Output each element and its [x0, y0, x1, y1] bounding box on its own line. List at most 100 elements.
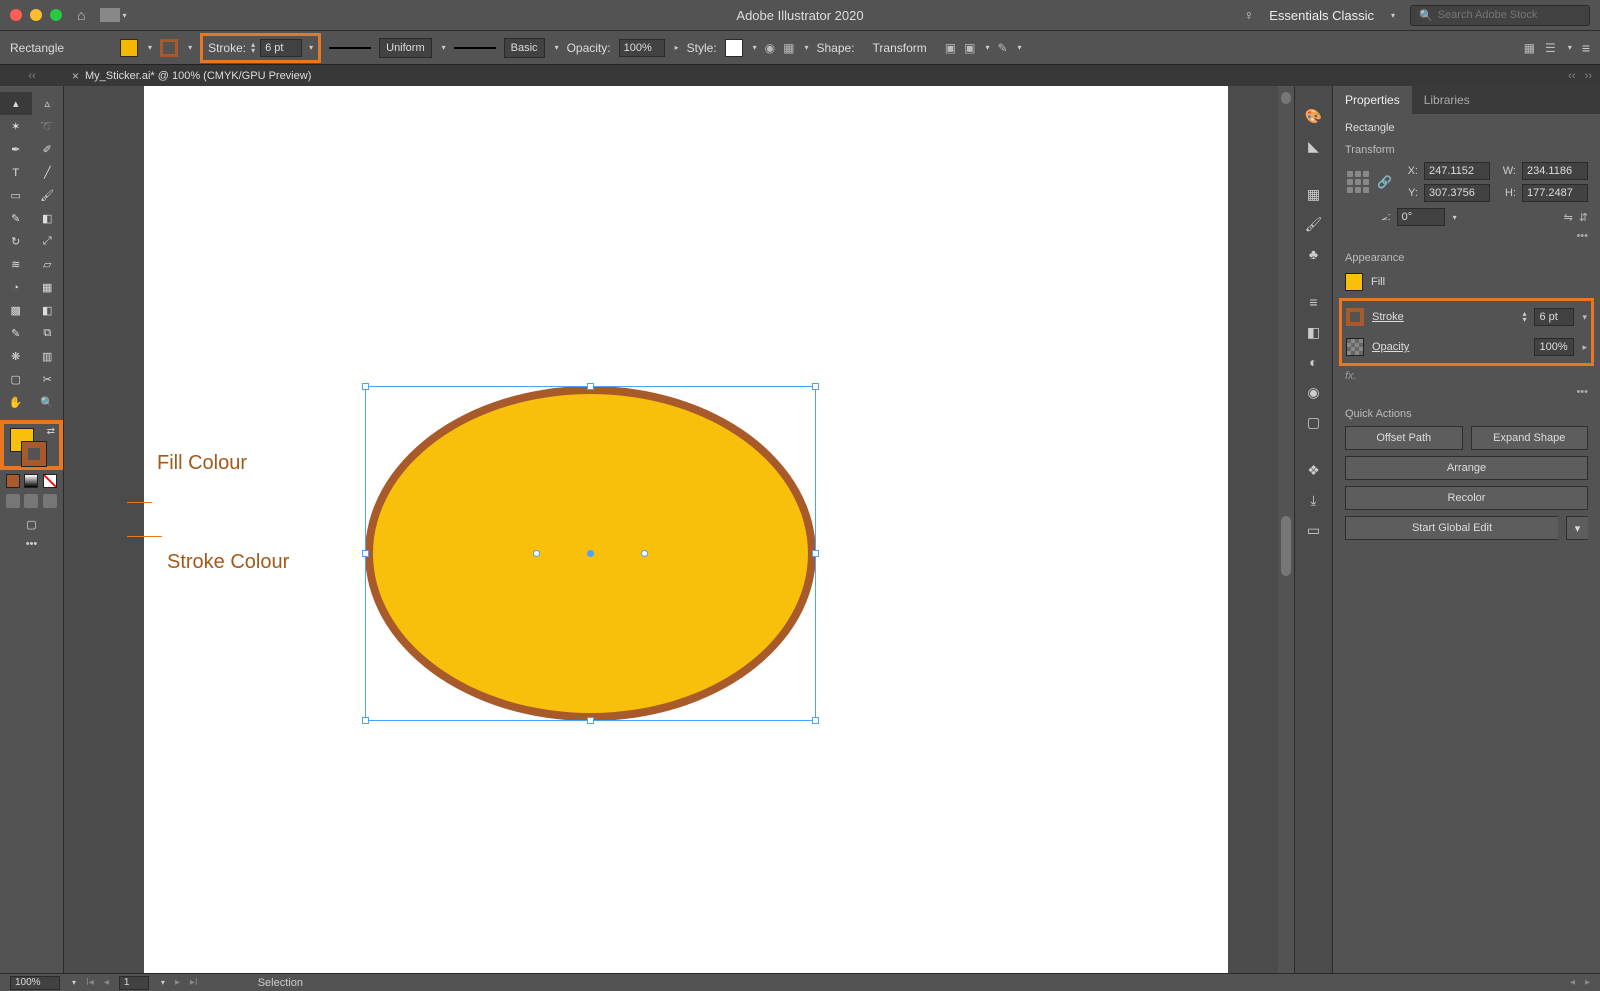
graphic-styles-panel-icon[interactable]: ▢ — [1300, 410, 1328, 434]
shaper-tool[interactable]: ✎ — [0, 207, 32, 230]
blend-tool[interactable]: ⧉ — [32, 322, 64, 345]
tab-properties[interactable]: Properties — [1333, 86, 1412, 114]
first-artboard-icon[interactable]: I◂ — [86, 977, 94, 988]
flip-vertical-icon[interactable]: ⇵ — [1579, 211, 1588, 224]
grid-view-icon[interactable]: ▦ — [1524, 41, 1535, 55]
list-view-icon[interactable]: ☰ — [1545, 41, 1556, 55]
recolor-button[interactable]: Recolor — [1345, 486, 1588, 510]
eraser-tool[interactable]: ◧ — [32, 207, 64, 230]
symbol-sprayer-tool[interactable]: ❋ — [0, 345, 32, 368]
arrange-documents-button[interactable] — [100, 8, 120, 22]
canvas-area[interactable]: Fill Colour Stroke Colour — [64, 86, 1294, 973]
mesh-tool[interactable]: ▩ — [0, 299, 32, 322]
direct-selection-tool[interactable]: ▵ — [32, 92, 64, 115]
gradient-panel-icon[interactable]: ◧ — [1300, 320, 1328, 344]
workspace-switcher[interactable]: Essentials Classic — [1269, 8, 1374, 23]
stroke-swatch[interactable] — [1346, 308, 1364, 326]
bbox-handle[interactable] — [587, 383, 594, 390]
x-input[interactable] — [1424, 162, 1490, 180]
artboard-number-input[interactable] — [119, 976, 149, 990]
chevron-down-icon[interactable]: ▾ — [442, 43, 446, 52]
artboards-panel-icon[interactable]: ▭ — [1300, 518, 1328, 542]
opacity-input[interactable] — [619, 39, 665, 57]
stroke-weight-input[interactable] — [260, 39, 302, 57]
chevron-right-icon[interactable]: ▸ — [1582, 342, 1587, 353]
y-input[interactable] — [1424, 184, 1490, 202]
free-transform-tool[interactable]: ▱ — [32, 253, 64, 276]
swatches-panel-icon[interactable]: ▦ — [1300, 182, 1328, 206]
fill-swatch[interactable] — [120, 39, 138, 57]
graphic-style-swatch[interactable] — [725, 39, 743, 57]
chevron-down-icon[interactable]: ▾ — [122, 11, 126, 20]
opacity-swatch[interactable] — [1346, 338, 1364, 356]
stroke-swatch[interactable] — [160, 39, 178, 57]
home-icon[interactable]: ⌂ — [77, 7, 85, 23]
bbox-handle[interactable] — [812, 383, 819, 390]
width-tool[interactable]: ≋ — [0, 253, 32, 276]
chevron-down-icon[interactable]: ▾ — [555, 43, 559, 52]
zoom-input[interactable] — [10, 976, 60, 990]
rotate-input[interactable] — [1397, 208, 1445, 226]
brush-definition-select[interactable]: Basic — [504, 38, 545, 58]
last-artboard-icon[interactable]: ▸I — [190, 977, 198, 988]
type-tool[interactable]: T — [0, 161, 32, 184]
paintbrush-tool[interactable]: 🖌 — [32, 184, 64, 207]
scroll-right-icon[interactable]: ▸ — [1585, 977, 1590, 988]
isolate-icon[interactable]: ▣ — [945, 41, 956, 55]
rectangle-tool[interactable]: ▭ — [0, 184, 32, 207]
chevron-down-icon[interactable]: ▾ — [804, 43, 808, 52]
color-mode-icon[interactable] — [6, 474, 20, 488]
close-window-icon[interactable] — [10, 9, 22, 21]
draw-inside-icon[interactable] — [43, 494, 57, 508]
chevron-down-icon[interactable]: ▾ — [1018, 43, 1022, 52]
chevron-right-icon[interactable]: ▸ — [675, 43, 679, 52]
artboard-tool[interactable]: ▢ — [0, 368, 32, 391]
curvature-tool[interactable]: ✐ — [32, 138, 64, 161]
gradient-tool[interactable]: ◧ — [32, 299, 64, 322]
vertical-scrollbar[interactable] — [1278, 86, 1294, 973]
stock-search[interactable]: 🔍 — [1410, 5, 1590, 26]
draw-normal-icon[interactable] — [6, 494, 20, 508]
document-tab[interactable]: × My_Sticker.ai* @ 100% (CMYK/GPU Previe… — [64, 65, 323, 87]
start-global-edit-button[interactable]: Start Global Edit — [1345, 516, 1558, 540]
tab-libraries[interactable]: Libraries — [1412, 86, 1482, 114]
bbox-handle[interactable] — [812, 717, 819, 724]
perspective-grid-tool[interactable]: ▦ — [32, 276, 64, 299]
global-edit-options-button[interactable]: ▾ — [1566, 516, 1588, 540]
chevron-down-icon[interactable]: ▾ — [309, 43, 313, 52]
corner-widget-icon[interactable] — [641, 550, 648, 557]
chevron-down-icon[interactable]: ▾ — [1391, 11, 1395, 20]
stroke-panel-icon[interactable]: ≡ — [1300, 290, 1328, 314]
stock-search-input[interactable] — [1438, 9, 1581, 21]
column-graph-tool[interactable]: ▥ — [32, 345, 64, 368]
offset-path-button[interactable]: Offset Path — [1345, 426, 1463, 450]
bbox-handle[interactable] — [362, 717, 369, 724]
pen-tool[interactable]: ✒ — [0, 138, 32, 161]
asset-export-panel-icon[interactable]: ⤓ — [1300, 488, 1328, 512]
gradient-mode-icon[interactable] — [24, 474, 38, 488]
link-wh-icon[interactable]: 🔗 — [1377, 175, 1392, 189]
lasso-tool[interactable]: ➰ — [32, 115, 64, 138]
swap-fill-stroke-icon[interactable]: ⇄ — [47, 426, 55, 437]
chevron-down-icon[interactable]: ▾ — [1582, 312, 1587, 323]
flip-horizontal-icon[interactable]: ⇋ — [1564, 211, 1573, 224]
shape-builder-tool[interactable]: ◔ — [0, 276, 32, 299]
opacity-input[interactable] — [1534, 338, 1574, 356]
isolate-group-icon[interactable]: ▣ — [964, 41, 975, 55]
chevron-down-icon[interactable]: ▾ — [1453, 213, 1457, 222]
more-options-icon[interactable]: ••• — [1345, 386, 1588, 398]
minimize-window-icon[interactable] — [30, 9, 42, 21]
recolor-icon[interactable]: ◉ — [765, 41, 775, 55]
eyedropper-tool[interactable]: ✎ — [0, 322, 32, 345]
zoom-tool[interactable]: 🔍 — [32, 391, 64, 414]
bbox-handle[interactable] — [362, 550, 369, 557]
transparency-panel-icon[interactable]: ◐ — [1300, 350, 1328, 374]
bbox-handle[interactable] — [812, 550, 819, 557]
reference-point-selector[interactable] — [1345, 169, 1371, 195]
stroke-color-swatch[interactable] — [22, 442, 46, 466]
close-tab-icon[interactable]: × — [72, 69, 79, 83]
fx-label[interactable]: fx. — [1345, 370, 1588, 382]
line-segment-tool[interactable]: ╱ — [32, 161, 64, 184]
scale-tool[interactable]: ⤢ — [32, 230, 64, 253]
magic-wand-tool[interactable]: ✶ — [0, 115, 32, 138]
